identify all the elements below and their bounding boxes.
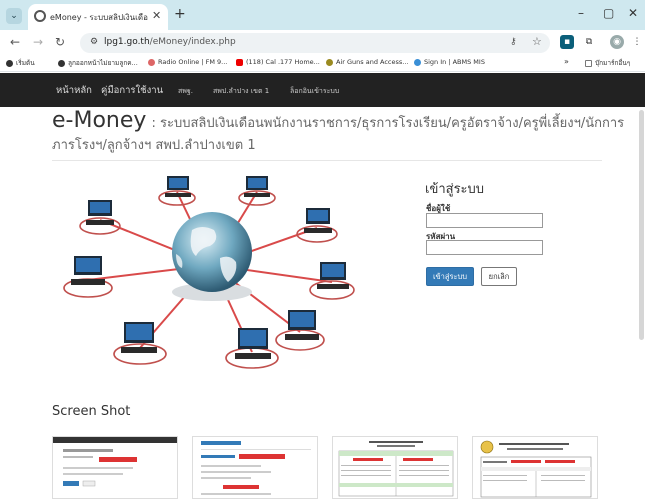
password-input[interactable]: [426, 240, 543, 255]
url-text: lpg1.go.th/eMoney/index.php: [104, 37, 236, 47]
app-name: e-Money: [52, 108, 147, 133]
folder-icon: [585, 59, 592, 67]
other-bookmarks-folder[interactable]: บุ๊กมาร์กอื่นๆ: [585, 58, 630, 68]
bookmark-label: Radio Online | FM 9...: [158, 58, 228, 66]
browser-tab[interactable]: eMoney - ระบบสลิปเงินเดือนพนักงาน ✕: [28, 4, 168, 30]
bookmark-item[interactable]: Air Guns and Access...: [326, 58, 408, 66]
nav-login[interactable]: ล็อกอินเข้าระบบ: [290, 86, 339, 97]
bookmark-item[interactable]: (118) Cal .177 Home...: [236, 58, 320, 66]
thumbnail-image: [333, 437, 457, 498]
bookmark-item[interactable]: Radio Online | FM 9...: [148, 58, 227, 66]
new-tab-button[interactable]: +: [174, 6, 186, 22]
site-navbar: หน้าหลัก คู่มือการใช้งาน สพฐ. สพป.ลำปาง …: [0, 73, 645, 107]
url-path: /eMoney/index.php: [149, 37, 236, 47]
login-button[interactable]: เข้าสู่ระบบ: [426, 267, 474, 286]
bookmarks-bar: เริ่มต้น ลูกออกหน้าไม่ยามลูกค... Radio O…: [0, 56, 645, 72]
nav-obec[interactable]: สพฐ.: [178, 86, 193, 97]
bookmark-item[interactable]: ลูกออกหน้าไม่ยามลูกค...: [58, 58, 138, 68]
extensions-puzzle-icon[interactable]: ⧉: [582, 35, 596, 49]
network-illustration: [63, 176, 355, 369]
bookmark-label: (118) Cal .177 Home...: [246, 58, 320, 66]
extension-icon[interactable]: ▪: [560, 35, 574, 49]
favicon-icon: [34, 10, 46, 22]
browser-toolbar: ← → ↻ ⚙ lpg1.go.th/eMoney/index.php ⚷ ☆ …: [0, 30, 645, 56]
youtube-icon: [236, 58, 243, 66]
forward-icon[interactable]: →: [33, 35, 43, 49]
bookmark-label: บุ๊กมาร์กอื่นๆ: [595, 59, 631, 67]
bookmark-item[interactable]: Sign In | ABMS MIS: [414, 58, 485, 66]
divider: [52, 160, 602, 161]
tab-search-icon[interactable]: ⌄: [6, 8, 22, 24]
globe-icon: [172, 212, 252, 301]
browser-window: ⌄ eMoney - ระบบสลิปเงินเดือนพนักงาน ✕ + …: [0, 0, 645, 499]
tab-strip: ⌄ eMoney - ระบบสลิปเงินเดือนพนักงาน ✕ + …: [0, 0, 645, 30]
nav-home[interactable]: หน้าหลัก: [56, 83, 92, 98]
profile-avatar-icon[interactable]: ◉: [610, 35, 624, 49]
bookmark-label: Air Guns and Access...: [336, 58, 409, 66]
screenshot-section-title: Screen Shot: [52, 404, 131, 419]
thumbnail-image: [473, 437, 597, 498]
reload-icon[interactable]: ↻: [55, 35, 65, 49]
nav-manual[interactable]: คู่มือการใช้งาน: [101, 83, 163, 98]
app-subtitle: : ระบบสลิปเงินเดือนพนักงานราชการ/ธุรการโ…: [151, 116, 625, 131]
minimize-button[interactable]: –: [578, 6, 584, 20]
screenshot-thumbnail[interactable]: [332, 436, 458, 499]
browser-menu-icon[interactable]: ⋮: [630, 35, 644, 49]
bookmark-icon: [148, 58, 155, 66]
url-host: lpg1.go.th: [104, 37, 150, 47]
page-scrollbar[interactable]: [639, 110, 644, 340]
bookmark-item[interactable]: เริ่มต้น: [6, 58, 35, 68]
bookmark-icon: [414, 58, 421, 66]
more-bookmarks-icon[interactable]: »: [564, 57, 569, 66]
screenshot-thumbnail[interactable]: [472, 436, 598, 499]
nav-area-office[interactable]: สพป.ลำปาง เขต 1: [213, 86, 269, 97]
bookmark-label: Sign In | ABMS MIS: [424, 58, 485, 66]
back-icon[interactable]: ←: [10, 35, 20, 49]
bookmark-star-icon[interactable]: ☆: [532, 35, 542, 48]
close-tab-icon[interactable]: ✕: [152, 9, 161, 22]
site-info-icon[interactable]: ⚙: [88, 37, 100, 49]
bookmark-label: เริ่มต้น: [16, 59, 35, 67]
tab-title: eMoney - ระบบสลิปเงินเดือนพนักงาน: [50, 13, 148, 22]
page-title: e-Money : ระบบสลิปเงินเดือนพนักงานราชการ…: [52, 108, 627, 133]
screenshot-thumbnail[interactable]: [192, 436, 318, 499]
screenshot-thumbnail[interactable]: [52, 436, 178, 499]
login-title: เข้าสู่ระบบ: [425, 182, 485, 197]
bookmark-icon: [58, 59, 65, 67]
key-icon[interactable]: ⚷: [510, 37, 517, 47]
bookmark-icon: [326, 58, 333, 66]
bookmark-icon: [6, 59, 13, 67]
reset-button[interactable]: ยกเลิก: [481, 267, 517, 286]
close-window-button[interactable]: ✕: [628, 6, 638, 20]
thumbnail-image: [53, 437, 177, 487]
bookmark-label: ลูกออกหน้าไม่ยามลูกค...: [68, 59, 138, 67]
thumbnail-image: [193, 437, 317, 498]
username-input[interactable]: [426, 213, 543, 228]
app-subtitle-line2: ภารโรงฯ/ลูกจ้างฯ สพป.ลำปางเขต 1: [52, 138, 256, 153]
address-bar[interactable]: ⚙ lpg1.go.th/eMoney/index.php ⚷ ☆: [80, 33, 550, 53]
maximize-button[interactable]: ▢: [603, 6, 614, 20]
